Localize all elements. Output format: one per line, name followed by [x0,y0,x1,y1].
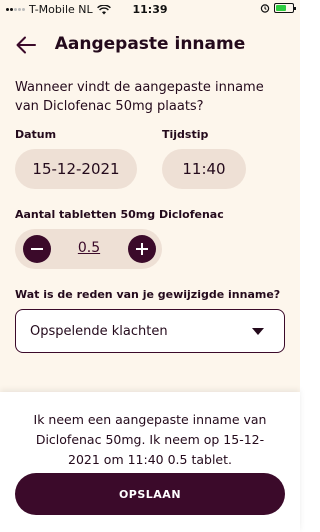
increase-button[interactable] [128,235,156,263]
reason-label: Wat is de reden van je gewijzigde inname… [15,288,281,301]
save-button[interactable]: OPSLAAN [15,473,285,515]
caret-down-icon [252,328,264,335]
status-bar: T-Mobile NL 11:39 [0,0,300,20]
time-value: 11:40 [182,160,226,178]
bottom-panel: Ik neem een aangepaste inname van Diclof… [0,392,300,532]
time-picker[interactable]: 11:40 [162,149,246,189]
reason-dropdown[interactable]: Opspelende klachten [15,309,285,353]
screen: T-Mobile NL 11:39 Aangepaste inname Wann… [0,0,300,532]
date-value: 15-12-2021 [32,160,120,178]
status-time: 11:39 [132,3,168,16]
summary-text: Ik neem een aangepaste inname van Diclof… [33,412,267,467]
decrease-button[interactable] [23,235,51,263]
tablets-label: Aantal tabletten 50mg Diclofenac [15,208,224,221]
minus-icon [31,248,43,250]
page-title: Aangepaste inname [54,34,246,54]
status-right [260,3,296,13]
reason-selected: Opspelende klachten [30,324,168,339]
battery-icon [274,3,296,13]
date-picker[interactable]: 15-12-2021 [15,149,137,189]
question-text: Wanneer vindt de aangepaste inname van D… [15,80,264,114]
time-label: Tijdstip [162,128,209,141]
tablet-stepper: 0.5 [15,229,162,269]
alarm-icon [260,4,270,13]
tablet-count[interactable]: 0.5 [65,240,113,256]
date-label: Datum [15,128,57,141]
